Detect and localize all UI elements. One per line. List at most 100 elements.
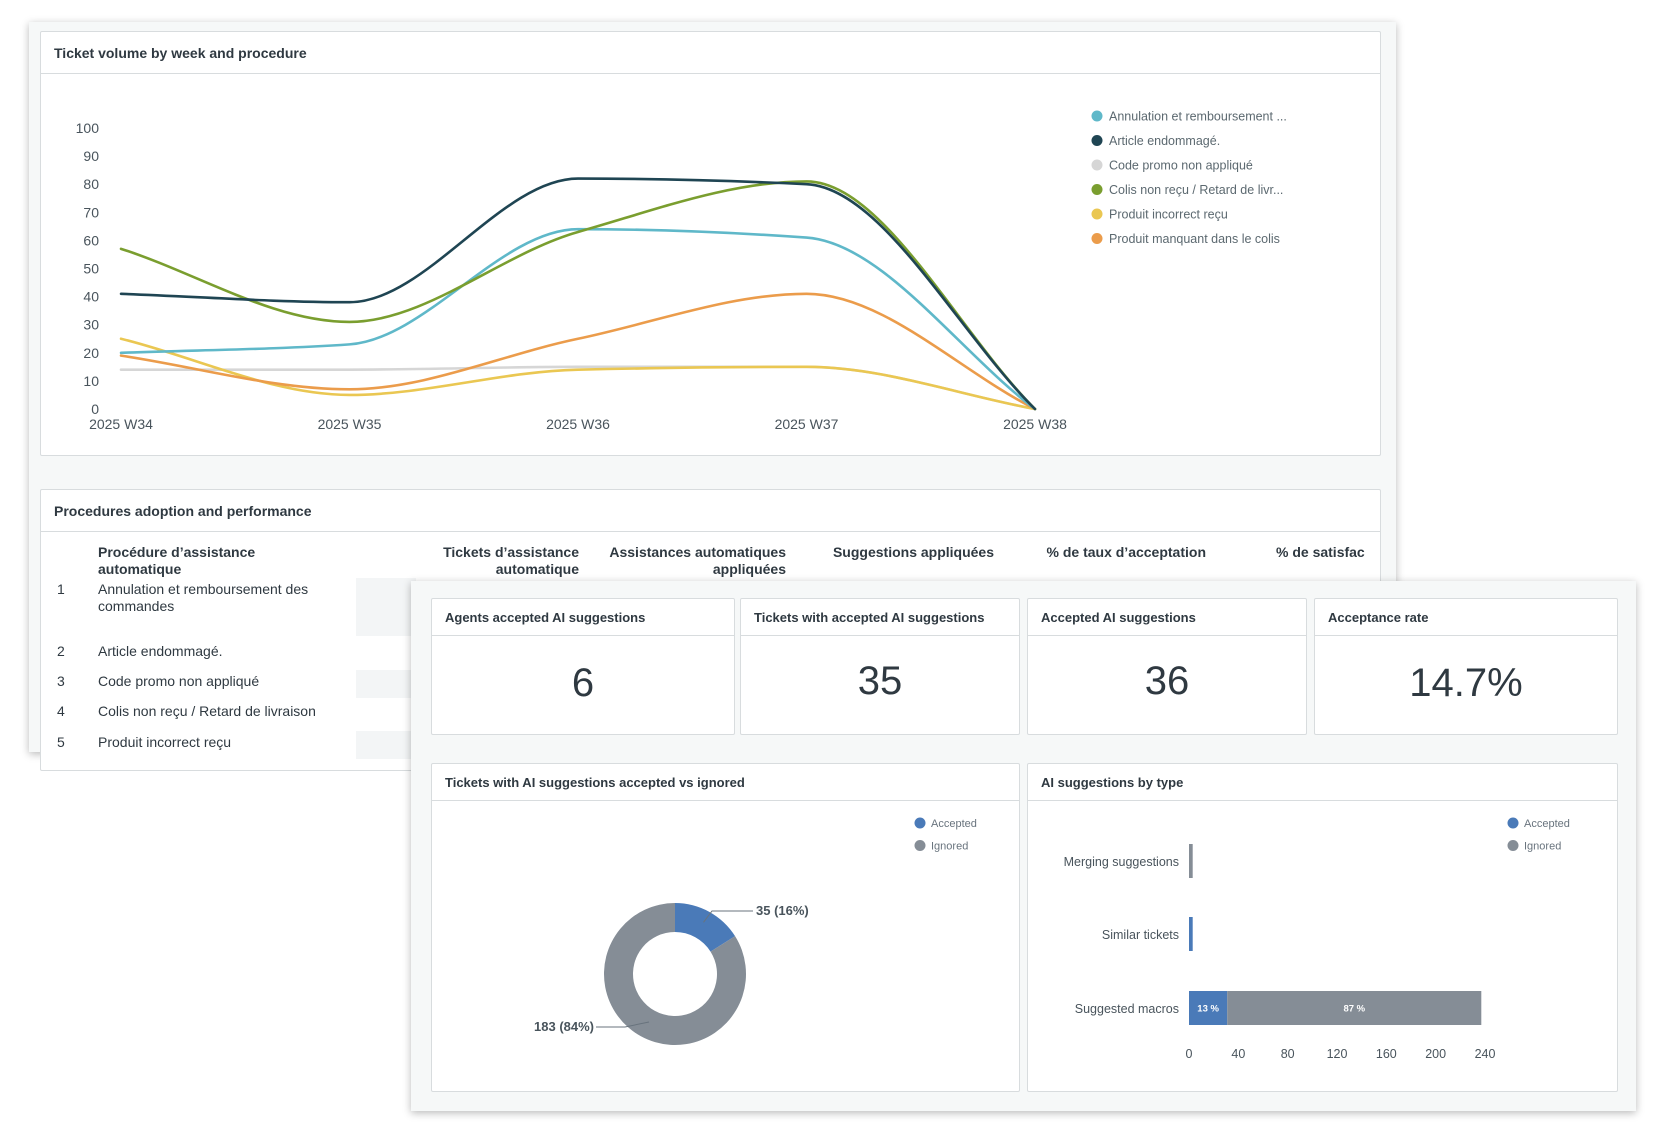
bar-segment (1189, 844, 1193, 878)
donut-chart: 35 (16%) 183 (84%) Accepted Ignored (534, 817, 977, 1045)
row-index: 1 (57, 581, 65, 597)
accepted-vs-ignored-card: Tickets with AI suggestions accepted vs … (431, 763, 1020, 1092)
card-title: Acceptance rate (1328, 610, 1429, 625)
slice-label: 35 (16%) (756, 903, 809, 918)
y-tick-label: 70 (83, 204, 99, 220)
series-line (119, 365, 1037, 411)
legend-marker (1091, 159, 1103, 171)
column-header-acceptance[interactable]: % de taux d’acceptation (1006, 544, 1206, 561)
legend-label: Produit manquant dans le colis (1109, 232, 1280, 246)
header-line: Assistances automatiques (609, 544, 786, 560)
card-header: AI suggestions by type (1028, 764, 1617, 801)
legend-label: Ignored (1524, 841, 1561, 853)
x-tick-label: 2025 W37 (775, 416, 839, 432)
legend-marker (1091, 135, 1103, 146)
column-header-procedure[interactable]: Procédure d’assistance automatique (98, 544, 255, 578)
card-title: Ticket volume by week and procedure (54, 45, 307, 61)
ticket-volume-card: Ticket volume by week and procedure 0 10 2… (40, 31, 1381, 456)
row-stripe (356, 731, 416, 759)
category-label: Merging suggestions (1064, 855, 1179, 869)
front-dashboard-panel: Agents accepted AI suggestions 6 Tickets… (411, 581, 1636, 1111)
header-line: appliquées (712, 561, 786, 577)
kpi-value: 6 (571, 661, 595, 705)
suggestions-by-type-card: AI suggestions by type Merging suggestio… (1027, 763, 1618, 1092)
name-line: Annulation et remboursement des (98, 581, 309, 597)
series-line (119, 180, 1037, 411)
y-tick-label: 10 (83, 373, 99, 389)
category-label: Similar tickets (1102, 928, 1179, 942)
kpi-value: 14.7% (1409, 661, 1523, 705)
legend-label: Accepted (931, 818, 977, 830)
y-tick-label: 60 (83, 232, 99, 248)
legend-label: Colis non reçu / Retard de livr... (1109, 183, 1283, 197)
series-line (119, 177, 1037, 411)
card-title: Accepted AI suggestions (1041, 610, 1196, 625)
row-procedure-name: Colis non reçu / Retard de livraison (98, 703, 316, 719)
x-tick-label: 80 (1281, 1047, 1295, 1061)
header-line: automatique (495, 561, 579, 577)
row-stripe (356, 670, 416, 698)
y-tick-label: 20 (83, 345, 99, 361)
card-header: Procedures adoption and performance (41, 490, 1380, 532)
x-tick-label: 0 (1186, 1047, 1193, 1061)
row-index: 2 (57, 643, 65, 659)
card-title: Tickets with accepted AI suggestions (754, 610, 985, 625)
x-tick-label: 2025 W34 (89, 416, 153, 432)
legend-marker (1091, 184, 1103, 195)
legend-label: Annulation et remboursement ... (1109, 110, 1287, 124)
header-line: automatique (98, 561, 182, 577)
y-tick-label: 90 (83, 148, 99, 164)
x-tick-label: 200 (1425, 1047, 1446, 1061)
legend-label: Code promo non appliqué (1109, 159, 1253, 173)
row-procedure-name: Produit incorrect reçu (98, 734, 232, 750)
row-stripe (356, 578, 416, 636)
legend-marker (1091, 233, 1103, 244)
legend-marker (1091, 110, 1103, 122)
card-title: Tickets with AI suggestions accepted vs … (445, 775, 745, 790)
kpi-card-agents-accepted: Agents accepted AI suggestions 6 (431, 598, 735, 735)
y-tick-label: 0 (91, 401, 99, 417)
column-header-tickets[interactable]: Tickets d’assistance automatique (401, 544, 579, 578)
legend-label: Ignored (931, 841, 968, 853)
x-tick-label: 2025 W35 (318, 416, 382, 432)
y-tick-label: 80 (83, 176, 99, 192)
column-header-satisfaction[interactable]: % de satisfac (1276, 544, 1380, 561)
y-tick-label: 100 (76, 120, 100, 136)
x-tick-label: 40 (1231, 1047, 1245, 1061)
row-index: 5 (57, 734, 65, 750)
row-procedure-name: Annulation et remboursement des commande… (98, 581, 308, 615)
bar-segment (1189, 917, 1193, 951)
line-chart: 0 10 20 30 40 50 60 70 80 90 100 2025 W34 2025 W35 20… (76, 110, 1287, 433)
card-header: Accepted AI suggestions (1028, 599, 1306, 636)
legend-label: Article endommagé. (1109, 134, 1220, 148)
legend-label: Accepted (1524, 818, 1570, 830)
card-header: Agents accepted AI suggestions (432, 599, 734, 636)
card-title: Agents accepted AI suggestions (445, 610, 646, 625)
legend-marker (1507, 840, 1519, 851)
kpi-value: 35 (857, 659, 903, 703)
bar-data-label: 87 % (1343, 1004, 1365, 1015)
x-tick-label: 160 (1376, 1047, 1397, 1061)
row-index: 3 (57, 673, 65, 689)
legend-marker (914, 840, 926, 851)
y-tick-label: 40 (83, 289, 99, 305)
column-header-suggestions[interactable]: Suggestions appliquées (799, 544, 994, 561)
legend-label: Produit incorrect reçu (1109, 208, 1228, 222)
legend-marker (914, 817, 926, 829)
row-procedure-name: Code promo non appliqué (98, 673, 260, 689)
series-line (119, 227, 1037, 411)
bar-data-label: 13 % (1197, 1004, 1219, 1015)
column-header-assistances[interactable]: Assistances automatiques appliquées (586, 544, 786, 578)
legend-marker (1091, 208, 1103, 220)
card-title: Procedures adoption and performance (54, 503, 312, 519)
header-line: Procédure d’assistance (98, 544, 256, 560)
card-header: Tickets with accepted AI suggestions (741, 599, 1019, 636)
row-index: 4 (57, 703, 65, 719)
x-tick-label: 120 (1327, 1047, 1348, 1061)
bar-chart: Merging suggestions Similar tickets Sugges… (1064, 817, 1570, 1061)
card-header: Ticket volume by week and procedure (41, 32, 1380, 74)
kpi-card-acceptance-rate: Acceptance rate 14.7% (1314, 598, 1618, 735)
series-line (119, 292, 1037, 411)
name-line: commandes (98, 598, 175, 614)
x-tick-label: 2025 W38 (1003, 416, 1067, 432)
